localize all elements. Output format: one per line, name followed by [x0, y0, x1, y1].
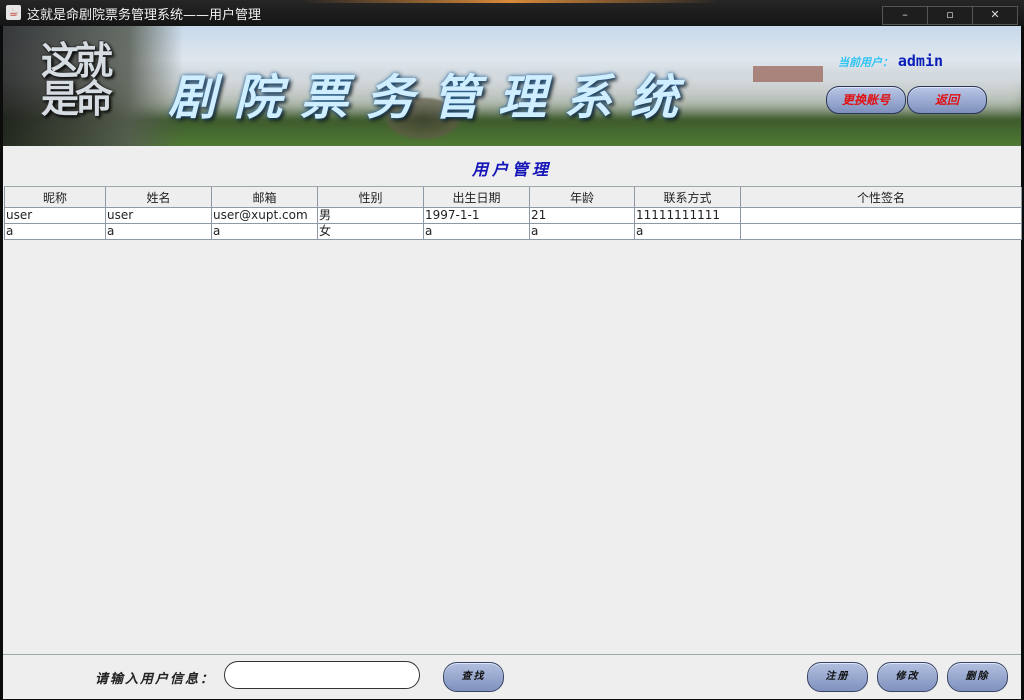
- table-row[interactable]: user user user@xupt.com 男 1997-1-1 21 11…: [4, 207, 1022, 224]
- table-cell[interactable]: a: [634, 223, 741, 240]
- table-cell[interactable]: user@xupt.com: [211, 207, 318, 224]
- brand-logo: 这就是命: [41, 38, 113, 121]
- column-header-signature[interactable]: 个性签名: [740, 187, 1022, 208]
- column-header-name[interactable]: 姓名: [105, 187, 212, 208]
- minimize-button[interactable]: –: [883, 7, 927, 24]
- find-button[interactable]: 查找: [443, 662, 504, 692]
- column-header-gender[interactable]: 性别: [317, 187, 424, 208]
- table-cell[interactable]: user: [4, 207, 106, 224]
- column-header-birthdate[interactable]: 出生日期: [423, 187, 530, 208]
- action-bar: 请输入用户信息： 查找 注册 修改 删除: [3, 654, 1021, 699]
- table-cell[interactable]: 女: [317, 223, 424, 240]
- table-cell[interactable]: user: [105, 207, 212, 224]
- register-button[interactable]: 注册: [807, 662, 868, 692]
- window-title: 这就是命剧院票务管理系统——用户管理: [27, 8, 262, 23]
- column-header-nickname[interactable]: 昵称: [4, 187, 106, 208]
- user-table: 昵称 姓名 邮箱 性别 出生日期 年龄 联系方式 个性签名 user user …: [4, 186, 1022, 654]
- main-window: 这就是命 剧院票务管理系统 当前用户： admin 更换账号 返回 用户管理 昵…: [3, 26, 1022, 699]
- table-header-row: 昵称 姓名 邮箱 性别 出生日期 年龄 联系方式 个性签名: [4, 187, 1022, 208]
- back-button[interactable]: 返回: [907, 86, 987, 114]
- table-cell[interactable]: a: [211, 223, 318, 240]
- column-header-age[interactable]: 年龄: [529, 187, 635, 208]
- page-title: 用户管理: [471, 160, 552, 179]
- titlebar-accent: [300, 0, 720, 3]
- window-controls: – ▫ ✕: [882, 6, 1018, 25]
- table-cell[interactable]: a: [4, 223, 106, 240]
- table-cell[interactable]: 1997-1-1: [423, 207, 530, 224]
- table-cell[interactable]: [740, 223, 1022, 240]
- table-cell[interactable]: a: [105, 223, 212, 240]
- search-label: 请输入用户信息：: [95, 672, 216, 687]
- close-button[interactable]: ✕: [972, 7, 1017, 24]
- current-user-name: admin: [897, 52, 944, 70]
- column-header-contact[interactable]: 联系方式: [634, 187, 741, 208]
- maximize-button[interactable]: ▫: [927, 7, 972, 24]
- table-cell[interactable]: 21: [529, 207, 635, 224]
- search-input[interactable]: [224, 661, 420, 689]
- table-cell[interactable]: 11111111111: [634, 207, 741, 224]
- window-titlebar: ☕ 这就是命剧院票务管理系统——用户管理 – ▫ ✕: [0, 0, 1024, 26]
- table-row[interactable]: a a a 女 a a a: [4, 223, 1022, 240]
- table-cell[interactable]: a: [529, 223, 635, 240]
- current-user-info: 当前用户： admin: [838, 52, 943, 70]
- edit-button[interactable]: 修改: [877, 662, 938, 692]
- header-banner: 这就是命 剧院票务管理系统 当前用户： admin 更换账号 返回: [3, 26, 1021, 146]
- system-title: 剧院票务管理系统: [168, 70, 697, 126]
- current-user-label: 当前用户：: [838, 56, 893, 69]
- column-header-email[interactable]: 邮箱: [211, 187, 318, 208]
- table-cell[interactable]: a: [423, 223, 530, 240]
- java-cup-icon: ☕: [6, 5, 21, 20]
- delete-button[interactable]: 删除: [947, 662, 1008, 692]
- switch-account-button[interactable]: 更换账号: [826, 86, 906, 114]
- table-cell[interactable]: 男: [317, 207, 424, 224]
- banner-farmhouse: [753, 66, 823, 82]
- table-cell[interactable]: [740, 207, 1022, 224]
